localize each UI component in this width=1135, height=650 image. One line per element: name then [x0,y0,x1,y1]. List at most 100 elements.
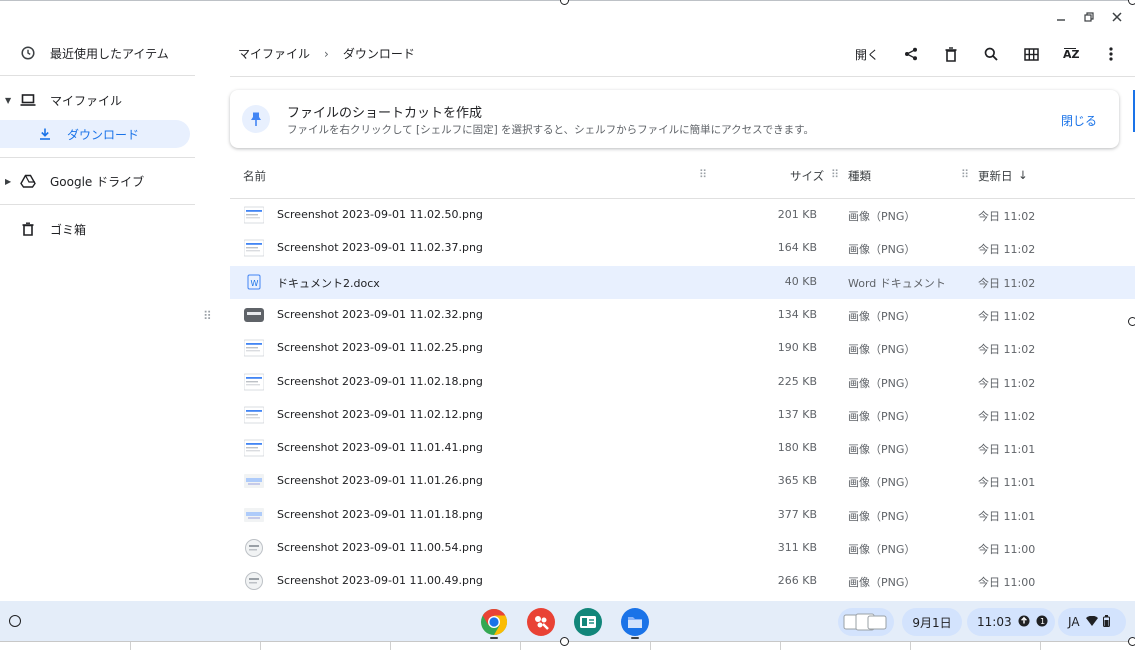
sort-descending-icon[interactable]: ↓ [1018,168,1028,182]
file-row[interactable]: Screenshot 2023-09-01 11.01.26.png 365 KB… [230,465,1135,498]
sidebar-item-google-drive[interactable]: ▶ Google ドライブ [5,168,145,194]
column-header-date[interactable]: 更新日 [978,168,1013,184]
file-modified-date: 今日 11:02 [978,409,1036,423]
image-thumbnail-icon [243,239,265,257]
paint-icon[interactable] [527,608,555,636]
app-running-indicator [631,637,639,639]
sidebar-item-recent[interactable]: 最近使用したアイテム [20,40,169,66]
file-row[interactable]: Screenshot 2023-09-01 11.02.50.png 201 KB… [230,199,1135,232]
file-modified-date: 今日 11:02 [978,243,1036,257]
svg-text:W: W [251,279,259,288]
resize-handle[interactable] [1128,0,1135,5]
file-modified-date: 今日 11:02 [978,343,1036,357]
file-row[interactable]: Screenshot 2023-09-01 11.00.49.png 266 KB… [230,565,1135,598]
image-thumbnail-icon [244,572,264,591]
file-modified-date: 今日 11:02 [978,376,1036,390]
image-thumbnail-icon [244,539,264,557]
expand-arrow-icon[interactable]: ▶ [5,177,11,186]
sidebar-item-label: ゴミ箱 [50,222,87,237]
share-icon[interactable] [899,42,923,66]
file-size: 311 KB [777,541,817,554]
sidebar-item-downloads[interactable]: ダウンロード [37,121,139,147]
column-header-size[interactable]: サイズ [790,168,824,184]
close-icon[interactable] [1111,11,1125,23]
file-row[interactable]: Screenshot 2023-09-01 11.02.25.png 190 KB… [230,332,1135,365]
file-type: 画像（PNG） [848,476,916,490]
file-modified-date: 今日 11:01 [978,476,1036,490]
delete-icon[interactable] [939,42,963,66]
breadcrumb-downloads[interactable]: ダウンロード [343,45,415,62]
word-file-icon: W [244,273,264,291]
resize-handle[interactable] [1128,637,1135,646]
search-icon[interactable] [979,42,1003,66]
notification-icon [1018,615,1030,630]
sort-az-icon[interactable]: AZ [1059,42,1083,66]
window-controls [1055,7,1125,27]
file-row[interactable]: Screenshot 2023-09-01 11.01.41.png 180 KB… [230,432,1135,465]
file-size: 190 KB [777,341,817,355]
file-type: 画像（PNG） [848,243,916,257]
column-header-type[interactable]: 種類 [848,168,871,184]
status-tray[interactable]: 11:03 1 [967,608,1055,636]
system-tray[interactable]: JA [1058,608,1126,636]
launcher-icon[interactable] [9,615,21,627]
image-thumbnail-icon [243,439,265,457]
file-size: 266 KB [777,574,817,588]
column-header-name[interactable]: 名前 [243,168,266,184]
file-name: Screenshot 2023-09-01 11.02.37.png [277,241,483,255]
column-resize-handle[interactable]: ⠿ [831,168,839,181]
file-row[interactable]: Screenshot 2023-09-01 11.02.12.png 137 KB… [230,399,1135,432]
file-row[interactable]: W ドキュメント2.docx 40 KB Word ドキュメント 今日 11:02 [230,265,1135,299]
wifi-icon [1085,615,1098,629]
breadcrumb-my-files[interactable]: マイファイル [238,45,310,62]
sidebar-item-my-files[interactable]: ▼ マイファイル [5,87,122,113]
holding-space-tray[interactable] [838,608,894,636]
file-row[interactable]: Screenshot 2023-09-01 11.02.18.png 225 KB… [230,366,1135,399]
file-size: 40 KB [784,274,817,288]
restore-icon[interactable] [1083,11,1097,23]
file-name: Screenshot 2023-09-01 11.00.49.png [277,574,483,588]
files-icon[interactable] [621,608,649,636]
file-type: 画像（PNG） [848,543,916,556]
file-row[interactable]: Screenshot 2023-09-01 11.00.54.png 311 KB… [230,532,1135,565]
date-tray[interactable]: 9月1日 [902,608,962,636]
more-vert-icon[interactable] [1099,42,1123,66]
file-row[interactable]: Screenshot 2023-09-01 11.01.18.png 377 KB… [230,499,1135,532]
file-type: 画像（PNG） [848,210,916,223]
file-modified-date: 今日 11:02 [978,276,1036,290]
file-size: 164 KB [777,241,817,255]
sidebar: 最近使用したアイテム ▼ マイファイル ダウンロード ▶ Google ドライブ [0,31,200,601]
breadcrumb: マイファイル › ダウンロード [238,45,415,62]
file-name: ドキュメント2.docx [277,276,380,290]
minimize-icon[interactable] [1055,11,1069,23]
file-type: 画像（PNG） [848,309,916,323]
image-thumbnail-icon [243,406,265,424]
pin-icon [242,105,270,133]
file-row[interactable]: Screenshot 2023-09-01 11.02.37.png 164 KB… [230,232,1135,265]
expand-arrow-icon[interactable]: ▼ [5,96,11,105]
classroom-icon[interactable] [574,608,602,636]
files-app-window: 最近使用したアイテム ▼ マイファイル ダウンロード ▶ Google ドライブ [0,0,1135,601]
sidebar-item-trash[interactable]: ゴミ箱 [20,216,86,242]
resize-handle[interactable] [560,637,569,646]
sidebar-item-label: Google ドライブ [50,174,145,189]
file-type: 画像（PNG） [848,509,916,523]
open-button[interactable]: 開く [855,42,879,66]
column-resize-handle[interactable]: ⠿ [699,168,707,181]
chrome-icon[interactable] [480,608,508,636]
grid-view-icon[interactable] [1019,42,1043,66]
file-type: 画像（PNG） [848,376,916,390]
file-modified-date: 今日 11:00 [978,576,1036,590]
laptop-icon [20,92,36,108]
column-resize-handle[interactable]: ⠿ [961,168,969,181]
file-type: Word ドキュメント [848,276,946,290]
file-type: 画像（PNG） [848,409,916,423]
sidebar-resize-handle[interactable]: ⠿ [203,309,212,323]
resize-handle[interactable] [1128,317,1135,326]
file-type: 画像（PNG） [848,343,916,357]
file-name: Screenshot 2023-09-01 11.02.32.png [277,307,483,321]
file-row[interactable]: Screenshot 2023-09-01 11.02.32.png 134 KB… [230,299,1135,332]
banner-close-button[interactable]: 閉じる [1061,112,1097,129]
file-name: Screenshot 2023-09-01 11.01.41.png [277,441,483,455]
shortcut-banner: ファイルのショートカットを作成 ファイルを右クリックして [シェルフに固定] を… [230,90,1119,148]
